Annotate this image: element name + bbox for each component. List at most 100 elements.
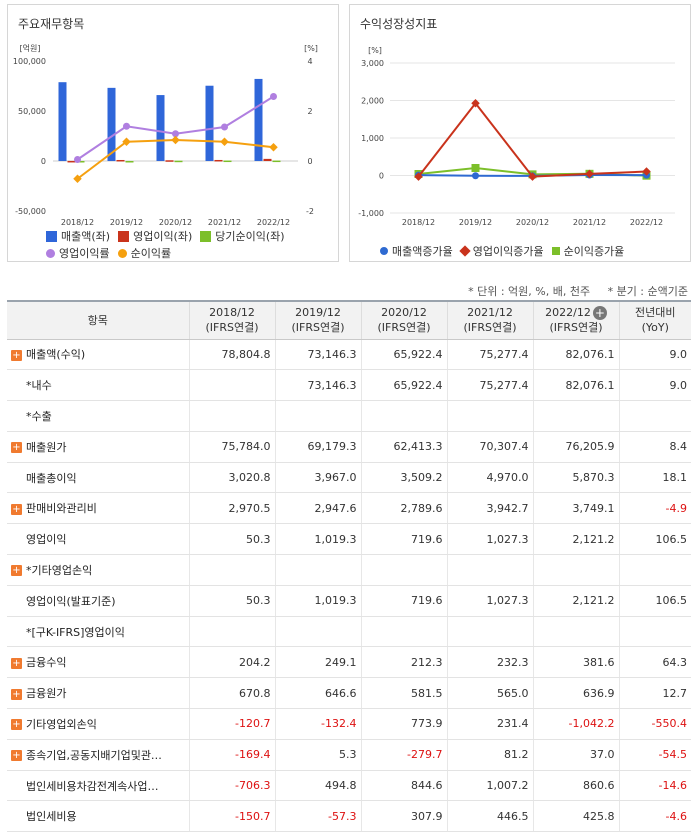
value-cell: 69,179.3 [274,431,361,463]
value-cell: 78,804.8 [188,339,275,371]
value-cell: -150.7 [188,800,275,832]
row-label-cell: 영업이익(발표기준) [7,585,189,617]
table-row: + 금융원가 670.8 646.6 581.5 565.0 636.9 12.7 [7,677,691,710]
table-row: + 판매비와관리비 2,970.5 2,947.6 2,789.6 3,942.7 3,74… [7,492,691,525]
value-cell: 50.3 [188,585,275,617]
value-cell: 2,947.6 [274,492,361,525]
value-cell: 5,870.3 [532,462,619,494]
value-cell: 3,020.8 [188,462,275,494]
left-axis-unit: [억원] [20,43,41,53]
bar [156,95,165,161]
value-cell: 9.0 [618,339,691,371]
value-cell: 1,019.3 [274,585,361,617]
legend-item[interactable]: 영업이익(좌) [118,229,192,244]
row-label: 금융원가 [26,687,67,701]
right-tick-label: 4 [307,57,312,66]
add-column-icon[interactable]: + [592,306,607,321]
bar [165,160,174,162]
value-cell: 425.8 [532,800,619,832]
header-period: 2021/12 (IFRS연결) [446,300,533,340]
table-row: + 종속기업,공동지배기업및관… -169.4 5.3 -279.7 81.2 37.0 -5… [7,739,691,771]
value-cell: 249.1 [274,646,361,679]
value-cell: -169.4 [188,739,275,771]
value-cell [274,616,361,648]
expand-icon[interactable]: + [11,750,22,762]
legend-item[interactable]: 영업이익률 [46,246,110,261]
header-line1: 2018/12 [209,306,255,320]
header-line2: (YoY) [641,321,669,335]
table-row: *내수 73,146.3 65,922.4 75,277.4 82,076.1 9.0 [7,369,691,402]
value-cell: 5.3 [274,739,361,771]
value-cell [360,554,447,586]
panel-title: 수익성장성지표 [360,17,438,31]
row-label-cell: + 매출원가 [7,431,189,463]
header-line2: (IFRS연결) [291,321,345,335]
row-label-cell: + 종속기업,공동지배기업및관… [7,739,189,771]
legend-item[interactable]: 매출액증가율 [380,243,453,259]
header-period: 2018/12 (IFRS연결) [188,300,275,340]
header-period: 전년대비 (YoY) [618,300,691,340]
row-label-cell: + 금융원가 [7,677,189,710]
row-label-cell: + 매출액(수익) [7,339,189,371]
financial-items-chart: [억원] [%] 100,000 50,000 0 -50,000 4 2 0 -2 2018/12… [13,43,318,227]
legend-item[interactable]: 영업이익증가율 [459,243,544,259]
table-row: 매출총이익 3,020.8 3,967.0 3,509.2 4,970.0 5,870.3… [7,462,691,494]
value-cell: 106.5 [618,585,691,617]
expand-icon[interactable]: + [11,349,22,361]
legend-item[interactable]: 순이익률 [117,246,171,261]
value-cell [188,554,275,586]
value-cell: 636.9 [532,677,619,710]
growth-indicator-chart: [%] 3,000 2,000 1,000 0 -1,000 2018/12 2019/12 2… [358,46,675,227]
x-tick-label: 2020/12 [159,218,192,227]
legend-swatch [380,247,388,255]
value-cell: 307.9 [360,800,447,832]
row-label: *내수 [26,379,52,393]
financial-table: 항목 2018/12 (IFRS연결) 2019/12 (IFRS연결) 2020/12(… [7,300,691,832]
header-line2: (IFRS연결) [549,321,603,335]
value-cell: 204.2 [188,646,275,679]
value-cell [532,400,619,432]
expand-icon[interactable]: + [11,657,22,669]
bar [214,159,223,162]
value-cell: 75,784.0 [188,431,275,463]
value-cell: 73,146.3 [274,369,361,402]
data-point [270,93,277,100]
series-line [76,95,275,161]
value-cell [618,554,691,586]
value-cell [274,400,361,432]
value-cell: 3,509.2 [360,462,447,494]
header-line1: 2019/12 [295,306,341,320]
row-label-cell: *[구K-IFRS]영업이익 [7,616,189,648]
legend-item[interactable]: 당기순이익(좌) [200,229,285,244]
panel-title: 주요재무항목 [18,17,85,31]
x-tick-label: 2020/12 [516,218,549,227]
right-axis-unit: [%] [304,44,318,53]
row-label: 법인세비용차감전계속사업… [26,779,159,793]
expand-icon[interactable]: + [11,565,22,577]
x-tick-label: 2021/12 [573,218,606,227]
legend-item[interactable]: 순이익증가율 [551,243,624,259]
financial-items-panel: 주요재무항목 [억원] [%] 100,000 50,000 0 -50,000 4 2 0 -2… [7,4,339,262]
legend-item[interactable]: 매출액(좌) [46,229,110,244]
value-cell: 2,789.6 [360,492,447,525]
series-line [417,101,647,178]
value-cell [532,616,619,648]
x-tick-label: 2018/12 [402,218,435,227]
expand-icon[interactable]: + [11,442,22,454]
row-label-cell: *내수 [7,369,189,402]
expand-icon[interactable]: + [11,688,22,700]
header-line1: 전년대비 [635,306,676,320]
expand-icon[interactable]: + [11,503,22,515]
row-label: 판매비와관리비 [26,502,97,516]
value-cell [188,616,275,648]
table-row: + 매출원가 75,784.0 69,179.3 62,413.3 70,307.4 76,… [7,431,691,463]
data-point [221,123,228,131]
right-tick-label: 0 [307,157,312,166]
bar [125,161,134,163]
value-cell: 232.3 [446,646,533,679]
value-cell: 3,942.7 [446,492,533,525]
right-tick-label: 2 [307,107,312,116]
value-cell: 3,967.0 [274,462,361,494]
expand-icon[interactable]: + [11,719,22,731]
table-row: + 매출액(수익) 78,804.8 73,146.3 65,922.4 75,277.4… [7,339,691,371]
